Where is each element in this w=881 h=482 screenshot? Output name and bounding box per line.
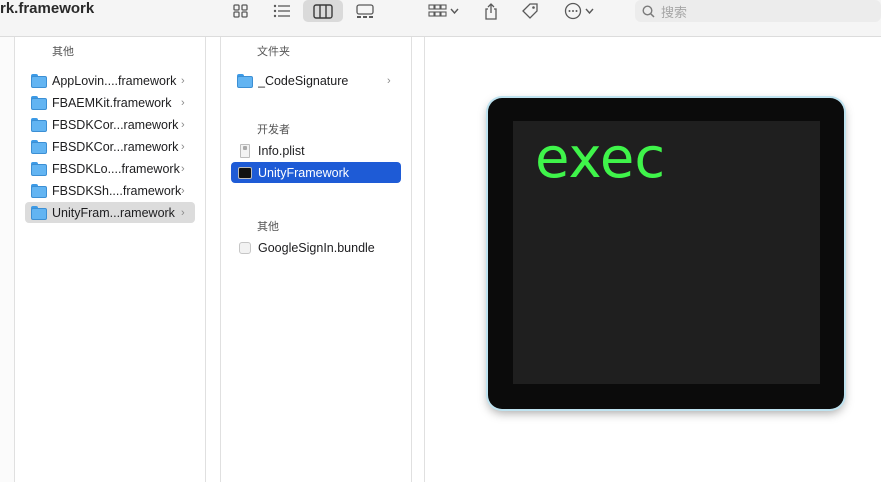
column-view-button[interactable]	[303, 0, 343, 22]
group-by-button[interactable]	[424, 0, 462, 22]
section-label-other: 其他	[257, 221, 279, 233]
folder-icon	[237, 73, 253, 88]
list-item[interactable]: FBAEMKit.framework ›	[25, 92, 195, 113]
share-button[interactable]	[480, 0, 502, 22]
folder-icon	[31, 205, 47, 220]
list-item[interactable]: _CodeSignature ›	[231, 70, 401, 91]
list-item[interactable]: AppLovin....framework ›	[25, 70, 195, 91]
column-previous	[0, 37, 15, 482]
plist-file-icon	[237, 143, 253, 158]
folder-icon	[31, 183, 47, 198]
ellipsis-circle-icon	[564, 2, 582, 20]
list-item[interactable]: FBSDKCor...ramework ›	[25, 136, 195, 157]
list-item[interactable]: Info.plist	[231, 140, 401, 161]
group-grid-icon	[427, 4, 447, 17]
column-frameworks: 其他 AppLovin....framework › FBAEMKit.fram…	[15, 37, 206, 482]
search-placeholder: 搜索	[661, 4, 688, 20]
chevron-right-icon: ›	[181, 184, 185, 197]
chevron-right-icon: ›	[181, 118, 185, 131]
list-icon	[273, 4, 290, 18]
columns-icon	[313, 3, 333, 19]
exec-label: exec	[535, 126, 666, 191]
gallery-icon	[356, 3, 374, 18]
chevron-right-icon: ›	[181, 74, 185, 87]
tag-button[interactable]	[518, 0, 542, 22]
chevron-right-icon: ›	[181, 162, 185, 175]
bundle-icon	[237, 241, 253, 255]
list-item[interactable]: FBSDKCor...ramework ›	[25, 114, 195, 135]
folder-icon	[31, 73, 47, 88]
executable-preview-icon: exec	[488, 98, 844, 409]
chevron-right-icon: ›	[181, 140, 185, 153]
list-item-selected[interactable]: UnityFramework	[231, 162, 401, 183]
window-title: rk.framework	[0, 0, 95, 17]
list-view-button[interactable]	[268, 0, 296, 22]
toolbar: rk.framework 搜索	[0, 0, 881, 37]
grid-icon	[233, 4, 248, 18]
section-label-folders: 文件夹	[257, 46, 290, 58]
column-framework-contents: 文件夹 _CodeSignature › 开发者 Info.plist Unit…	[220, 37, 412, 482]
more-actions-button[interactable]	[560, 0, 598, 22]
search-field[interactable]: 搜索	[635, 0, 881, 22]
chevron-right-icon: ›	[387, 74, 391, 87]
chevron-right-icon: ›	[181, 96, 185, 109]
section-label-other: 其他	[52, 46, 74, 58]
section-label-developer: 开发者	[257, 124, 290, 136]
chevron-down-icon	[585, 8, 594, 14]
list-item[interactable]: GoogleSignIn.bundle	[231, 237, 401, 258]
executable-icon	[237, 166, 253, 180]
chevron-right-icon: ›	[181, 206, 185, 219]
gallery-view-button[interactable]	[352, 0, 378, 22]
list-item[interactable]: FBSDKSh....framework ›	[25, 180, 195, 201]
chevron-down-icon	[449, 8, 459, 14]
folder-icon	[31, 117, 47, 132]
list-item[interactable]: FBSDKLo....framework ›	[25, 158, 195, 179]
icon-view-button[interactable]	[228, 0, 254, 22]
terminal-screen: exec	[513, 121, 820, 384]
tag-icon	[522, 3, 538, 19]
folder-icon	[31, 95, 47, 110]
search-icon	[642, 4, 655, 18]
folder-icon	[31, 161, 47, 176]
share-icon	[485, 3, 497, 20]
folder-icon	[31, 139, 47, 154]
list-item-selected[interactable]: UnityFram...ramework ›	[25, 202, 195, 223]
